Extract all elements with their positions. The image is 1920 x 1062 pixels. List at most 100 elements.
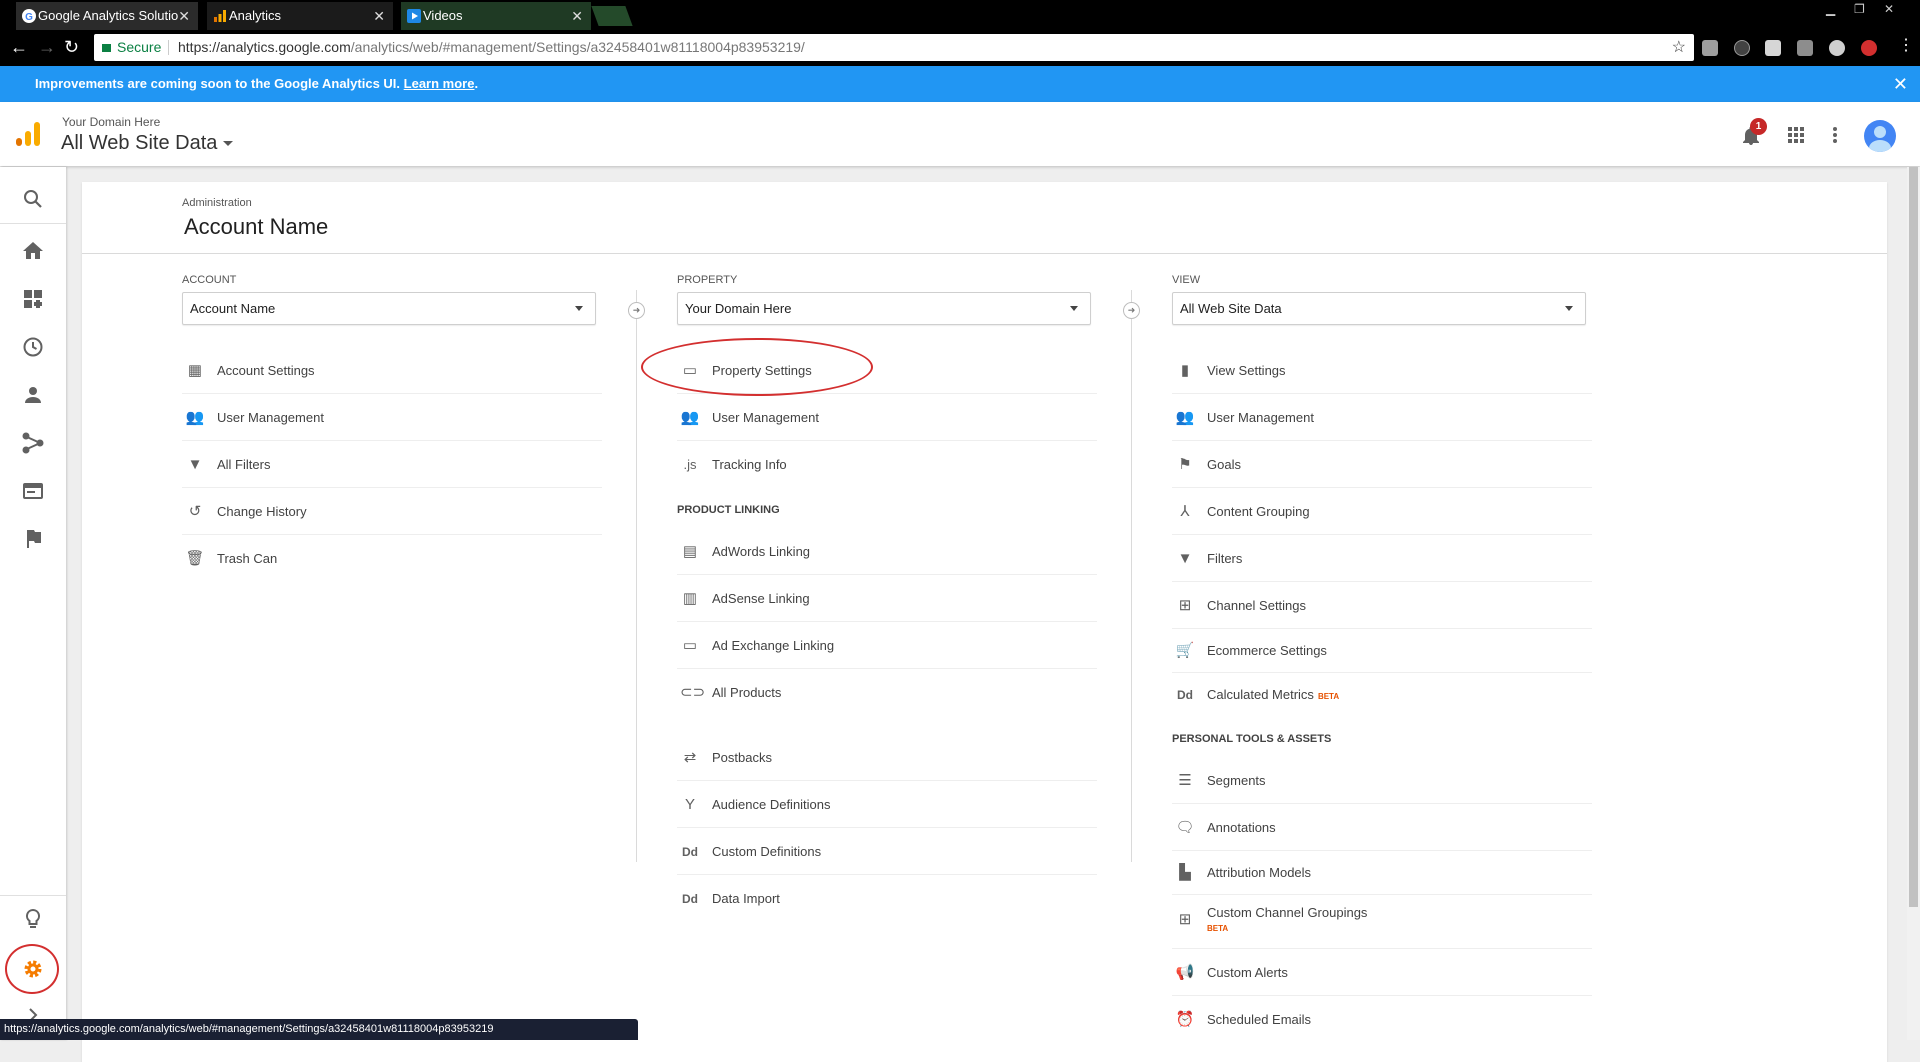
property-column-label: PROPERTY bbox=[677, 274, 738, 286]
search-icon[interactable] bbox=[21, 187, 45, 211]
custom-definitions-link[interactable]: Dd Custom Definitions bbox=[677, 828, 1097, 875]
bookmark-star-icon[interactable]: ☆ bbox=[1672, 34, 1686, 61]
info-extension-icon[interactable] bbox=[1734, 40, 1750, 56]
annotations-link[interactable]: 🗨 Annotations bbox=[1172, 804, 1592, 851]
minimize-icon[interactable]: ▁ bbox=[1826, 2, 1835, 16]
tab-videos[interactable]: Videos ✕ bbox=[401, 2, 591, 30]
account-select[interactable]: Account Name bbox=[182, 292, 596, 325]
postbacks-link[interactable]: ⇄ Postbacks bbox=[677, 734, 1097, 781]
customization-icon[interactable] bbox=[21, 287, 45, 311]
tab-analytics[interactable]: Analytics ✕ bbox=[207, 2, 393, 30]
tab-close-icon[interactable]: ✕ bbox=[571, 2, 583, 30]
url-text[interactable]: https://analytics.google.com/analytics/w… bbox=[178, 34, 805, 61]
ecommerce-settings-link[interactable]: 🛒 Ecommerce Settings bbox=[1172, 629, 1592, 673]
view-selector[interactable]: All Web Site Data bbox=[61, 132, 234, 155]
segments-link[interactable]: ☰ Segments bbox=[1172, 757, 1592, 804]
filters-link[interactable]: ▼ Filters bbox=[1172, 535, 1592, 582]
property-user-management-link[interactable]: 👥 User Management bbox=[677, 394, 1097, 441]
scheduled-emails-link[interactable]: ⏰ Scheduled Emails bbox=[1172, 996, 1592, 1043]
tab-close-icon[interactable]: ✕ bbox=[178, 2, 190, 30]
change-history-link[interactable]: ↺ Change History bbox=[182, 488, 602, 535]
gear-icon[interactable] bbox=[21, 957, 45, 981]
svg-text:G: G bbox=[25, 12, 33, 23]
view-settings-link[interactable]: ▮ View Settings bbox=[1172, 347, 1592, 394]
page-scrollbar[interactable] bbox=[1907, 167, 1920, 1040]
grammarly-extension-icon[interactable] bbox=[1797, 40, 1813, 56]
browser-menu-icon[interactable]: ⋮ bbox=[1898, 36, 1914, 56]
custom-alerts-link[interactable]: 📢 Custom Alerts bbox=[1172, 949, 1592, 996]
secure-indicator[interactable]: Secure bbox=[102, 34, 161, 61]
banner-close-icon[interactable]: ✕ bbox=[1893, 66, 1908, 102]
person-icon[interactable] bbox=[21, 383, 45, 407]
back-icon[interactable]: ← bbox=[10, 37, 28, 57]
restore-icon[interactable]: ❐ bbox=[1854, 2, 1865, 16]
apps-grid-icon[interactable] bbox=[1788, 127, 1804, 143]
page-title: Account Name bbox=[184, 214, 329, 239]
account-settings-link[interactable]: ▦ Account Settings bbox=[182, 347, 602, 394]
adsense-icon: ▥ bbox=[682, 590, 698, 607]
column-divider bbox=[1131, 290, 1132, 862]
breadcrumb: Administration bbox=[182, 197, 252, 209]
tab-google-analytics-solutions[interactable]: G Google Analytics Solutio ✕ bbox=[16, 2, 198, 30]
lightbulb-icon[interactable] bbox=[21, 907, 45, 931]
view-column: VIEW All Web Site Data ▮ View Settings 👥 U… bbox=[1172, 274, 1592, 1043]
address-bar[interactable]: Secure https://analytics.google.com/anal… bbox=[94, 34, 1694, 61]
window-close-icon[interactable]: ✕ bbox=[1884, 2, 1894, 16]
flag-icon: ⚑ bbox=[1178, 456, 1192, 473]
acquisition-icon[interactable] bbox=[21, 431, 45, 455]
dd-icon: Dd bbox=[682, 845, 698, 859]
adblock-extension-icon[interactable] bbox=[1861, 40, 1877, 56]
ad-exchange-linking-link[interactable]: ▭ Ad Exchange Linking bbox=[677, 622, 1097, 669]
home-icon[interactable] bbox=[21, 239, 45, 263]
learn-more-link[interactable]: Learn more bbox=[404, 76, 475, 91]
trash-can-link[interactable]: 🗑 Trash Can bbox=[182, 535, 602, 582]
camera-extension-icon[interactable] bbox=[1702, 40, 1718, 56]
personal-tools-header: PERSONAL TOOLS & ASSETS bbox=[1172, 733, 1332, 745]
document-icon: ▮ bbox=[1180, 362, 1190, 379]
attribution-models-link[interactable]: ▙ Attribution Models bbox=[1172, 851, 1592, 895]
google-icon: G bbox=[22, 9, 36, 23]
tracking-info-link[interactable]: .js Tracking Info bbox=[677, 441, 1097, 488]
js-icon: .js bbox=[683, 457, 697, 472]
property-name[interactable]: Your Domain Here bbox=[62, 115, 160, 129]
new-tab-button[interactable] bbox=[591, 6, 633, 26]
goals-link[interactable]: ⚑ Goals bbox=[1172, 441, 1592, 488]
forward-icon[interactable]: → bbox=[38, 37, 56, 57]
behavior-icon[interactable] bbox=[21, 479, 45, 503]
extension-icon[interactable] bbox=[1765, 40, 1781, 56]
extension-icon[interactable] bbox=[1829, 40, 1845, 56]
account-user-management-link[interactable]: 👥 User Management bbox=[182, 394, 602, 441]
channel-icon: ⊞ bbox=[1178, 911, 1192, 928]
all-products-link[interactable]: ⊂⊃ All Products bbox=[677, 669, 1097, 716]
divider bbox=[0, 223, 66, 224]
audience-definitions-link[interactable]: Y Audience Definitions bbox=[677, 781, 1097, 828]
channel-settings-link[interactable]: ⊞ Channel Settings bbox=[1172, 582, 1592, 629]
all-filters-link[interactable]: ▼ All Filters bbox=[182, 441, 602, 488]
calculated-metrics-link[interactable]: Dd Calculated Metrics BETA bbox=[1172, 673, 1592, 717]
view-user-management-link[interactable]: 👥 User Management bbox=[1172, 394, 1592, 441]
reload-icon[interactable]: ↻ bbox=[64, 37, 79, 57]
analytics-logo-icon[interactable] bbox=[16, 122, 40, 146]
divider bbox=[168, 40, 169, 55]
property-settings-highlight-circle bbox=[641, 338, 873, 396]
tab-label: Google Analytics Solutio bbox=[38, 8, 179, 23]
tab-close-icon[interactable]: ✕ bbox=[373, 2, 385, 30]
adsense-linking-link[interactable]: ▥ AdSense Linking bbox=[677, 575, 1097, 622]
scrollbar-thumb[interactable] bbox=[1909, 167, 1918, 907]
users-icon: 👥 bbox=[185, 409, 205, 426]
avatar[interactable] bbox=[1864, 120, 1896, 152]
property-select[interactable]: Your Domain Here bbox=[677, 292, 1091, 325]
data-import-link[interactable]: Dd Data Import bbox=[677, 875, 1097, 922]
divider bbox=[82, 253, 1887, 254]
more-vert-icon[interactable] bbox=[1832, 126, 1838, 144]
content-grouping-link[interactable]: ⅄ Content Grouping bbox=[1172, 488, 1592, 535]
clock-icon[interactable] bbox=[21, 335, 45, 359]
arrow-right-icon: ➜ bbox=[1123, 302, 1140, 319]
trash-icon: 🗑 bbox=[185, 550, 205, 567]
view-select[interactable]: All Web Site Data bbox=[1172, 292, 1586, 325]
custom-channel-groupings-link[interactable]: ⊞ Custom Channel Groupings BETA bbox=[1172, 895, 1592, 949]
account-column: ACCOUNT Account Name ▦ Account Settings 👥… bbox=[182, 274, 602, 582]
chevron-down-icon bbox=[575, 306, 583, 311]
flag-icon[interactable] bbox=[21, 527, 45, 551]
adwords-linking-link[interactable]: ▤ AdWords Linking bbox=[677, 528, 1097, 575]
